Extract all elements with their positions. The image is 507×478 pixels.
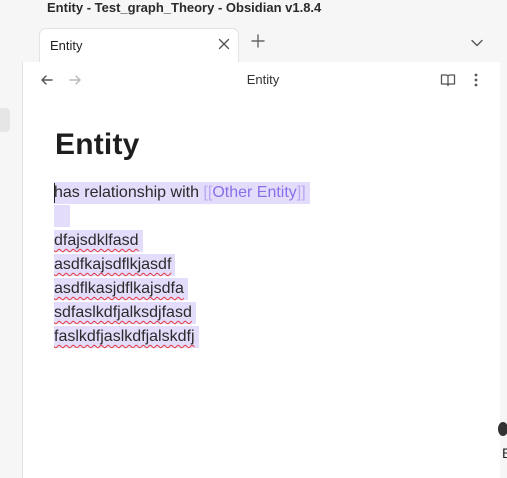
- editor-line[interactable]: faslkdfjaslkdfjalskdfj: [54, 326, 199, 348]
- tab-bar: Entity: [0, 22, 507, 62]
- view-header-title[interactable]: Entity: [203, 72, 323, 87]
- text-cursor: [54, 183, 55, 203]
- plus-icon[interactable]: [250, 33, 266, 49]
- note-title: Entity: [55, 128, 140, 161]
- editor-line[interactable]: asdflkasjdflkajsdfa: [54, 278, 188, 300]
- arrow-right-icon[interactable]: [67, 72, 83, 88]
- internal-link[interactable]: Other Entity: [212, 184, 296, 201]
- line-text: dfajsdklfasd: [54, 232, 139, 249]
- more-vertical-icon[interactable]: [468, 72, 484, 88]
- window-titlebar: Entity - Test_graph_Theory - Obsidian v1…: [0, 0, 507, 22]
- editor-line[interactable]: sdfaslkdfjalksdjfasd: [54, 302, 196, 324]
- editor-pane: Entity Entity has relationship with [[Ot…: [22, 62, 500, 478]
- link-close-bracket: ]]: [296, 184, 306, 201]
- line-text: sdfaslkdfjalksdjfasd: [54, 304, 192, 321]
- line-text: asdflkasjdflkajsdfa: [54, 280, 184, 297]
- close-icon[interactable]: [216, 36, 232, 52]
- toggle-knob[interactable]: [498, 422, 507, 436]
- line-text: has relationship with: [54, 184, 204, 201]
- link-open-bracket: [[: [203, 184, 213, 201]
- tab-label: Entity: [50, 38, 83, 53]
- right-edge-label: E: [502, 445, 507, 461]
- right-sidebar-edge: E: [498, 62, 507, 478]
- editor-empty-line[interactable]: [54, 205, 70, 227]
- left-sidebar-edge: [0, 62, 22, 478]
- editor-line[interactable]: dfajsdklfasd: [54, 230, 143, 252]
- book-open-icon[interactable]: [440, 72, 456, 88]
- line-text: faslkdfjaslkdfjalskdfj: [54, 328, 195, 345]
- window-title: Entity - Test_graph_Theory - Obsidian v1…: [47, 0, 322, 15]
- chevron-down-icon[interactable]: [469, 35, 485, 51]
- sidebar-selected-item[interactable]: [0, 108, 10, 132]
- arrow-left-icon[interactable]: [39, 72, 55, 88]
- editor-line[interactable]: asdfkajsdflkjasdf: [54, 254, 176, 276]
- tab-entity[interactable]: Entity: [39, 28, 239, 62]
- line-text: asdfkajsdflkjasdf: [54, 256, 172, 273]
- editor-line[interactable]: has relationship with [[Other Entity]]: [54, 182, 310, 204]
